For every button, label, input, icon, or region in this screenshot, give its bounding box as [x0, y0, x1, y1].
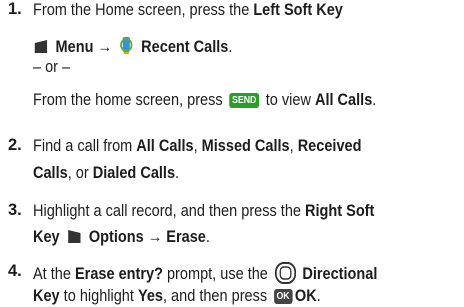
- left-soft-key-icon: [34, 40, 48, 53]
- step-4-line-1: At the Erase entry? prompt, use the Dire…: [33, 262, 377, 284]
- step-number: 3.: [8, 201, 22, 219]
- step-number: 2.: [8, 136, 22, 154]
- right-soft-key-icon: [68, 230, 81, 243]
- step-number: 1.: [8, 0, 22, 18]
- step-3-line-2: Key Options → Erase.: [33, 228, 210, 246]
- recent-calls-icon: [120, 37, 133, 54]
- step-number: 4.: [8, 262, 22, 280]
- step-1-line-2: Menu → Recent Calls.: [33, 35, 232, 57]
- send-key-icon: SEND: [229, 93, 260, 108]
- left-soft-key-label: Left Soft Key: [253, 1, 343, 19]
- step-1-line-4: From the home screen, press SEND to view…: [33, 91, 377, 109]
- ok-key-icon: OK: [273, 289, 293, 304]
- step-2-line-2: Calls, or Dialed Calls.: [33, 164, 180, 182]
- step-2-line-1: Find a call from All Calls, Missed Calls…: [33, 137, 362, 155]
- directional-key-icon: [274, 262, 296, 284]
- step-1-line-1: From the Home screen, press the Left Sof…: [33, 1, 343, 19]
- step-3-line-1: Highlight a call record, and then press …: [33, 202, 375, 220]
- step-1-or: – or –: [33, 58, 71, 76]
- step-4-line-2: Key to highlight Yes, and then press OK O…: [33, 287, 321, 305]
